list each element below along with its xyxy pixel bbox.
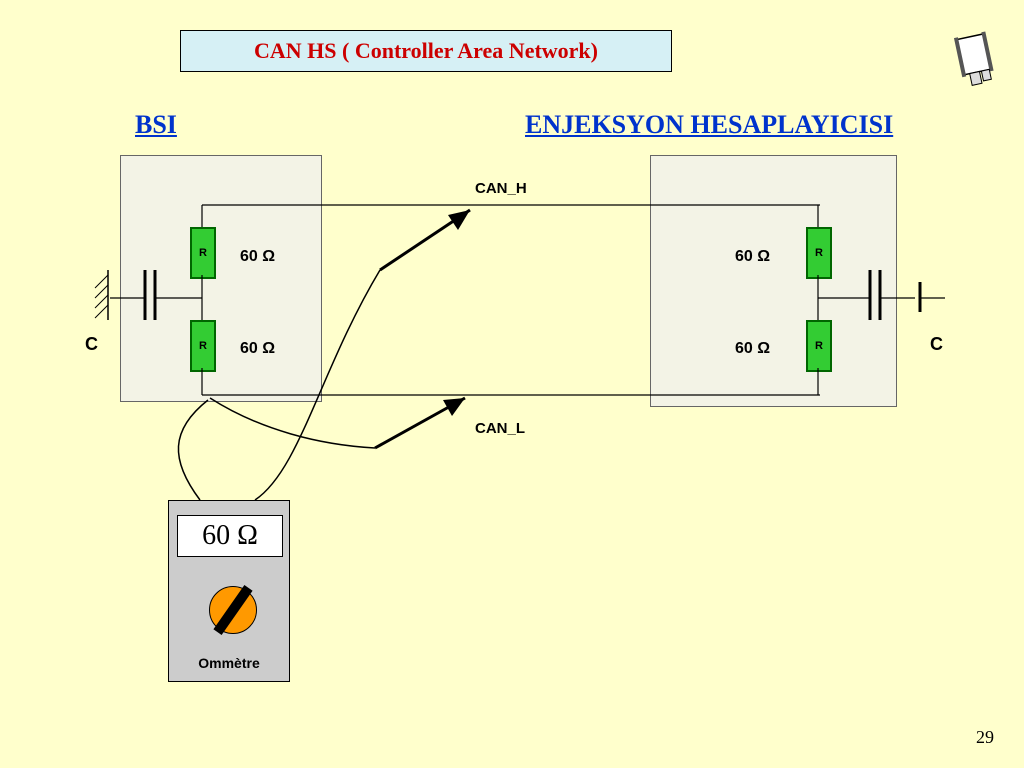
meter-knob-icon bbox=[209, 586, 257, 634]
probe-icon-bottom bbox=[375, 398, 465, 448]
ohmmeter: 60 Ω Ommètre bbox=[168, 500, 290, 682]
meter-display: 60 Ω bbox=[177, 515, 283, 557]
probe-icon-top bbox=[380, 210, 470, 270]
meter-caption: Ommètre bbox=[169, 655, 289, 671]
schematic-wires bbox=[0, 0, 1024, 768]
slide-number: 29 bbox=[976, 727, 994, 748]
meter-reading: 60 Ω bbox=[202, 520, 258, 552]
